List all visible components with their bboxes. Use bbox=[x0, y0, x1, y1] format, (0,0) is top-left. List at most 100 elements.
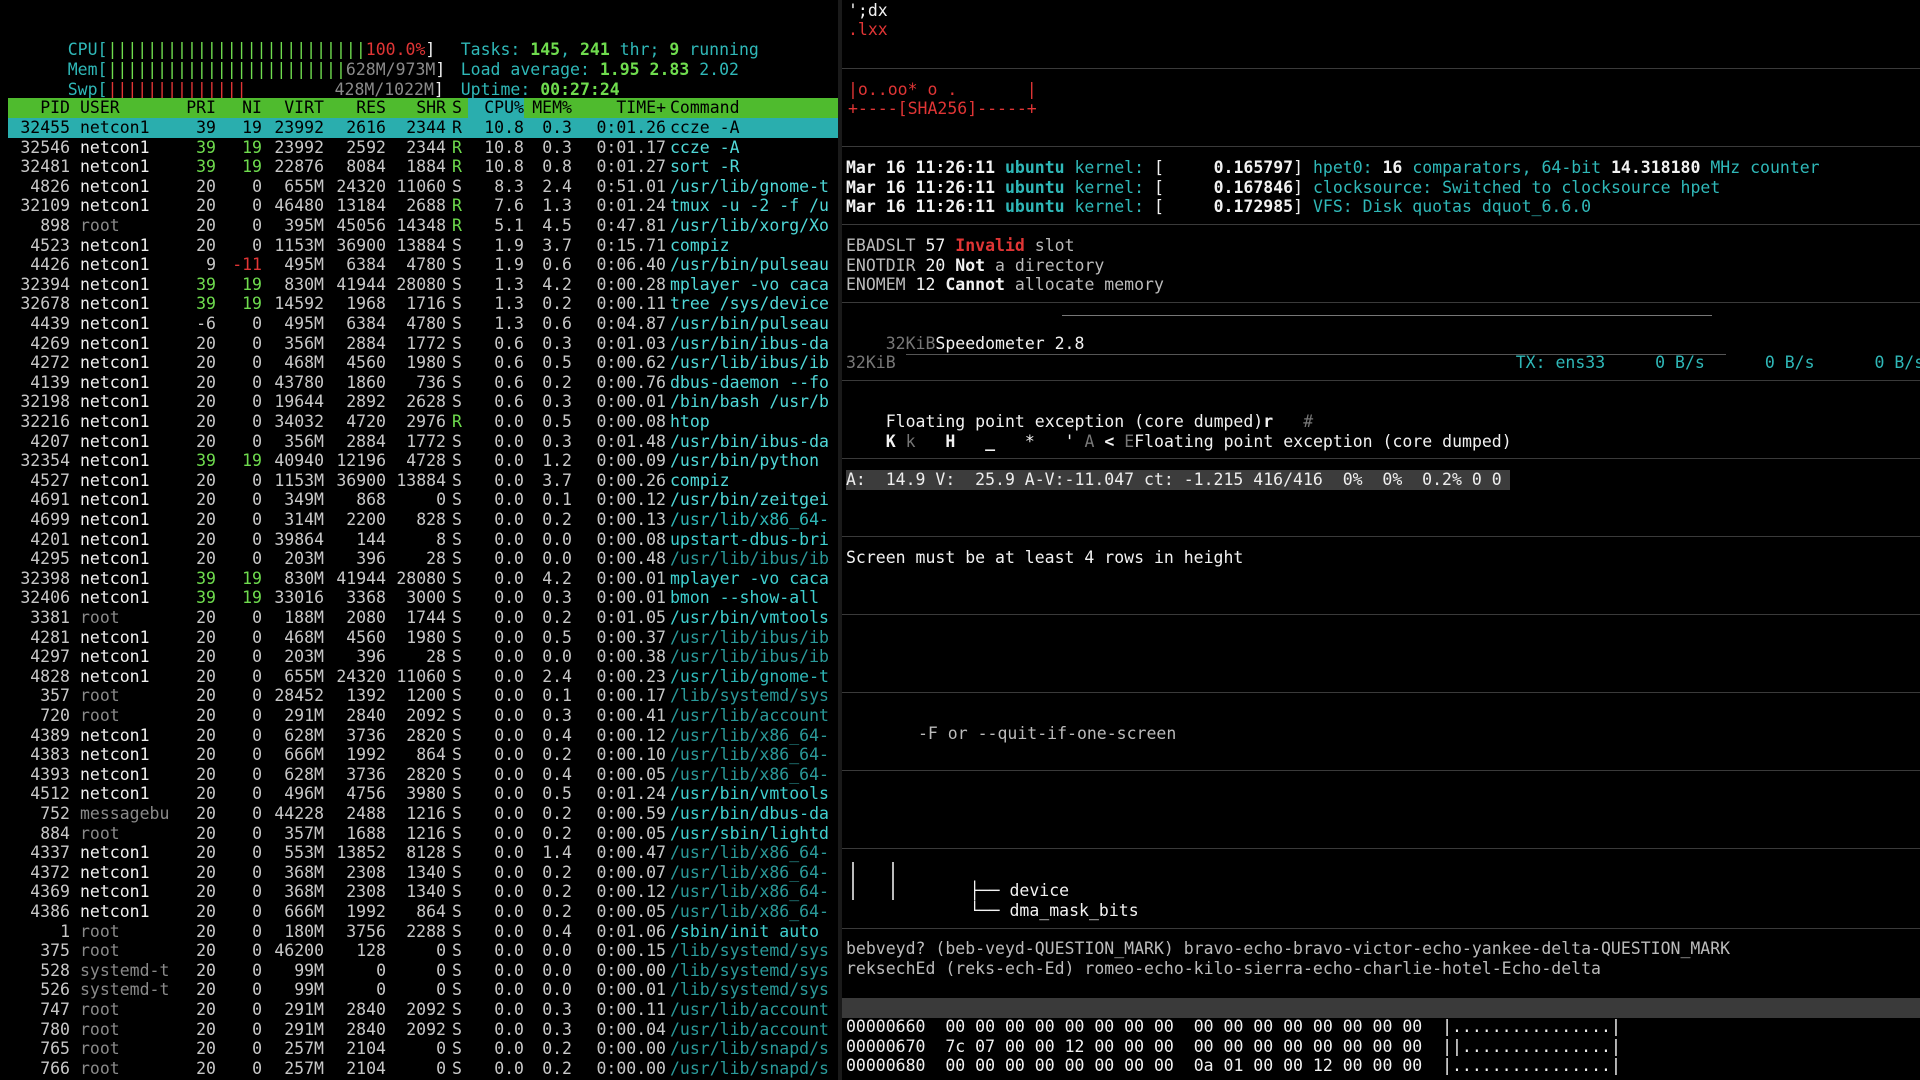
process-cpu: 1.3 bbox=[494, 274, 524, 294]
pane-separator bbox=[842, 848, 1920, 849]
process-row[interactable]: 3381 root 20 0 188M 2080 1744 S 0.0 0.2 0:01.05/us… bbox=[8, 608, 838, 628]
process-row[interactable]: 4207 netcon1 20 0 356M 2884 1772 S 0.0 0.3 0:01.48… bbox=[8, 432, 838, 452]
col-time[interactable]: TIME+ bbox=[572, 98, 666, 118]
process-row[interactable]: 4272 netcon1 20 0 468M 4560 1980 S 0.6 0.5 0:00.62… bbox=[8, 353, 838, 373]
process-row[interactable]: 4691 netcon1 20 0 349M 868 0 S 0.0 0.1 0:00.12/usr… bbox=[8, 490, 838, 510]
process-row[interactable]: 780 root 20 0 291M 2840 2092 S 0.0 0.3 0:00.04/usr… bbox=[8, 1020, 838, 1040]
process-cmd: mplayer -vo caca bbox=[670, 568, 829, 588]
process-row[interactable]: 4297 netcon1 20 0 203M 396 28 S 0.0 0.0 0:00.38/us… bbox=[8, 647, 838, 667]
process-row[interactable]: 32678 netcon1 39 19 14592 1968 1716 S 1.3 0.2 0:00… bbox=[8, 294, 838, 314]
process-table-header[interactable]: PID USER PRI NI VIRT RES SHR S CPU% MEM%… bbox=[8, 98, 838, 118]
col-pri[interactable]: PRI bbox=[168, 98, 216, 118]
process-cpu: 0.0 bbox=[494, 706, 524, 725]
process-cmd: /usr/lib/xorg/Xo bbox=[670, 216, 829, 235]
process-row[interactable]: 4386 netcon1 20 0 666M 1992 864 S 0.0 0.2 0:00.05/… bbox=[8, 902, 838, 922]
process-row[interactable]: 32406 netcon1 39 19 33016 3368 3000 S 0.0 0.3 0:00… bbox=[8, 588, 838, 608]
process-virt: 99M bbox=[294, 980, 324, 1000]
col-command[interactable]: Command bbox=[670, 98, 838, 118]
col-state[interactable]: S bbox=[452, 98, 466, 118]
process-shr: 736 bbox=[416, 372, 446, 392]
process-row[interactable]: 528 systemd-t 20 0 99M 0 0 S 0.0 0.0 0:00.00/lib/s… bbox=[8, 961, 838, 981]
process-row[interactable]: 4201 netcon1 20 0 39864 144 8 S 0.0 0.0 0:00.08 ups… bbox=[8, 530, 838, 550]
speedometer-scale-bottom: 32KiB bbox=[846, 353, 896, 372]
process-time: 0:01.24 bbox=[596, 784, 666, 804]
process-time: 0:51.01 bbox=[596, 176, 666, 196]
process-row[interactable]: 4523 netcon1 20 0 1153M 36900 13884 S 1.9 3.7 0:15… bbox=[8, 236, 838, 256]
process-mem: 0.2 bbox=[542, 1039, 572, 1059]
process-pri: 20 bbox=[196, 686, 216, 706]
process-row[interactable]: 4828 netcon1 20 0 655M 24320 11060 S 0.0 2.4 0:00.… bbox=[8, 667, 838, 687]
process-row[interactable]: 4439 netcon1 -6 0 495M 6384 4780 S 1.3 0.6 0:04.87… bbox=[8, 314, 838, 334]
process-shr: 0 bbox=[436, 980, 446, 1000]
process-row[interactable]: 357 root 20 0 28452 1392 1200 S 0.0 0.1 0:00.17/li… bbox=[8, 686, 838, 706]
process-row[interactable]: 32216 netcon1 20 0 34032 4720 2976 R 0.0 0.5 0:00.… bbox=[8, 412, 838, 432]
htop-pane[interactable]: CPU[||||||||||||||||||||||||||100.0%] Me… bbox=[0, 0, 838, 1080]
process-row[interactable]: 4269 netcon1 20 0 356M 2884 1772 S 0.6 0.3 0:01.03… bbox=[8, 334, 838, 354]
kernel-close: ] bbox=[1293, 197, 1304, 217]
process-row[interactable]: 752 messagebu 20 0 44228 2488 1216 S 0.0 0.2 0:00.… bbox=[8, 804, 838, 824]
process-row[interactable]: 4699 netcon1 20 0 314M 2200 828 S 0.0 0.2 0:00.13/… bbox=[8, 510, 838, 530]
col-ni[interactable]: NI bbox=[218, 98, 262, 118]
process-mem: 0.0 bbox=[542, 647, 572, 667]
process-time: 0:00.15 bbox=[596, 941, 666, 961]
process-row[interactable]: 32109 netcon1 20 0 46480 13184 2688 R 7.6 1.3 0:01… bbox=[8, 196, 838, 216]
process-row[interactable]: 32455 netcon1 39 19 23992 2616 2344 R 10.8 0.3 0:0… bbox=[8, 118, 838, 138]
process-row[interactable]: 4512 netcon1 20 0 496M 4756 3980 S 0.0 0.5 0:01.24… bbox=[8, 784, 838, 804]
process-shr: 1216 bbox=[406, 804, 446, 823]
process-row[interactable]: 4139 netcon1 20 0 43780 1860 736 S 0.6 0.2 0:00.76… bbox=[8, 373, 838, 393]
process-row[interactable]: 375 root 20 0 46200 128 0 S 0.0 0.0 0:00.15/lib/sy… bbox=[8, 941, 838, 961]
process-row[interactable]: 4389 netcon1 20 0 628M 3736 2820 S 0.0 0.4 0:00.12… bbox=[8, 726, 838, 746]
process-row[interactable]: 32481 netcon1 39 19 22876 8084 1884 R 10.8 0.8 0:0… bbox=[8, 157, 838, 177]
process-row[interactable]: 4426 netcon1 9 -11 495M 6384 4780 S 1.9 0.6 0:06.4… bbox=[8, 255, 838, 275]
col-pid[interactable]: PID bbox=[8, 98, 70, 118]
col-shr[interactable]: SHR bbox=[386, 98, 446, 118]
process-shr: 0 bbox=[436, 1039, 446, 1059]
kernel-ts: 0.167846 bbox=[1213, 177, 1294, 197]
process-row[interactable]: 720 root 20 0 291M 2840 2092 S 0.0 0.3 0:00.41/usr… bbox=[8, 706, 838, 726]
process-row[interactable]: 32354 netcon1 39 19 40940 12196 4728 S 0.0 1.2 0:0… bbox=[8, 451, 838, 471]
process-row[interactable]: 4369 netcon1 20 0 368M 2308 1340 S 0.0 0.2 0:00.12… bbox=[8, 882, 838, 902]
process-pri: 20 bbox=[196, 196, 216, 216]
process-shr: 2092 bbox=[406, 1019, 446, 1039]
process-ni: 0 bbox=[252, 314, 262, 333]
process-row[interactable]: 4826 netcon1 20 0 655M 24320 11060 S 8.3 2.4 0:51.… bbox=[8, 177, 838, 197]
mem-meter: Mem[||||||||||||||||||||||||628M/973M] bbox=[28, 40, 446, 79]
process-row[interactable]: 765 root 20 0 257M 2104 0 S 0.0 0.2 0:00.00/usr/li… bbox=[8, 1039, 838, 1059]
process-user: netcon1 bbox=[80, 235, 150, 255]
process-row[interactable]: 766 root 20 0 257M 2104 0 S 0.0 0.2 0:00.00/usr/li… bbox=[8, 1059, 838, 1079]
process-cmd: /bin/bash /usr/b bbox=[670, 392, 829, 412]
process-row[interactable]: 4527 netcon1 20 0 1153M 36900 13884 S 0.0 3.7 0:00… bbox=[8, 471, 838, 491]
process-pid: 4828 bbox=[30, 666, 70, 686]
process-pid: 32678 bbox=[20, 294, 70, 314]
process-row[interactable]: 32398 netcon1 39 19 830M 41944 28080 S 0.0 4.2 0:0… bbox=[8, 569, 838, 589]
process-row[interactable]: 747 root 20 0 291M 2840 2092 S 0.0 0.3 0:00.11/usr… bbox=[8, 1000, 838, 1020]
col-cpu[interactable]: CPU% bbox=[468, 98, 524, 118]
pane-separator bbox=[842, 224, 1920, 225]
process-shr: 2344 bbox=[406, 118, 446, 137]
process-user: root bbox=[80, 1058, 120, 1078]
process-time: 0:00.12 bbox=[596, 882, 666, 902]
process-row[interactable]: 898 root 20 0 395M 45056 14348 R 5.1 4.5 0:47.81/u… bbox=[8, 216, 838, 236]
col-user[interactable]: USER bbox=[80, 98, 180, 118]
process-row[interactable]: 32198 netcon1 20 0 19644 2892 2628 S 0.6 0.3 0:00.… bbox=[8, 392, 838, 412]
process-row[interactable]: 4295 netcon1 20 0 203M 396 28 S 0.0 0.0 0:00.48/us… bbox=[8, 549, 838, 569]
process-time: 0:00.23 bbox=[596, 666, 666, 686]
process-cmd: /usr/lib/gnome-t bbox=[670, 666, 829, 686]
process-row[interactable]: 4383 netcon1 20 0 666M 1992 864 S 0.0 0.2 0:00.10/… bbox=[8, 745, 838, 765]
process-res: 3736 bbox=[346, 764, 386, 784]
process-row[interactable]: 32394 netcon1 39 19 830M 41944 28080 S 1.3 4.2 0:0… bbox=[8, 275, 838, 295]
process-row[interactable]: 884 root 20 0 357M 1688 1216 S 0.0 0.2 0:00.05/usr… bbox=[8, 824, 838, 844]
process-row[interactable]: 4281 netcon1 20 0 468M 4560 1980 S 0.0 0.5 0:00.37… bbox=[8, 628, 838, 648]
process-row[interactable]: 32546 netcon1 39 19 23992 2592 2344 R 10.8 0.3 0:0… bbox=[8, 138, 838, 158]
process-row[interactable]: 4337 netcon1 20 0 553M 13852 8128 S 0.0 1.4 0:00.4… bbox=[8, 843, 838, 863]
process-row[interactable]: 1 root 20 0 180M 3756 2288 S 0.0 0.4 0:01.06/sbin/… bbox=[8, 922, 838, 942]
process-row[interactable]: 4372 netcon1 20 0 368M 2308 1340 S 0.0 0.2 0:00.07… bbox=[8, 863, 838, 883]
right-panes[interactable]: ';dx .lxx |o..oo* o . | +----[SHA256]---… bbox=[842, 0, 1920, 1080]
col-mem[interactable]: MEM% bbox=[524, 98, 572, 118]
process-row[interactable]: 526 systemd-t 20 0 99M 0 0 S 0.0 0.0 0:00.01/lib/s… bbox=[8, 980, 838, 1000]
process-shr: 2092 bbox=[406, 1000, 446, 1019]
process-row[interactable]: 4393 netcon1 20 0 628M 3736 2820 S 0.0 0.4 0:00.05… bbox=[8, 765, 838, 785]
col-virt[interactable]: VIRT bbox=[262, 98, 324, 118]
process-ni: 0 bbox=[252, 353, 262, 373]
col-res[interactable]: RES bbox=[324, 98, 386, 118]
